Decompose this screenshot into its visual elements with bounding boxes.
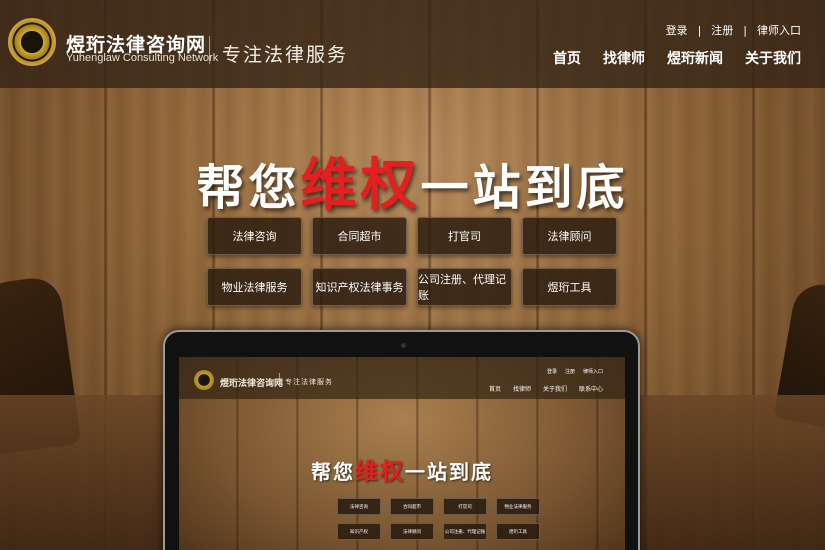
service-button-litigation[interactable]: 打官司	[417, 217, 512, 255]
hero-title-highlight: 维权	[300, 152, 421, 218]
nav-item-home[interactable]: 首页	[553, 48, 581, 68]
hero-title-post: 一站到底	[420, 160, 629, 216]
service-button-grid: 法律咨询 合同超市 打官司 法律顾问 物业法律服务 知识产权法律事务 公司注册、…	[207, 217, 619, 306]
service-button-contract-market[interactable]: 合同超市	[312, 217, 407, 255]
screen-service-button: 合同超市	[390, 498, 434, 515]
screen-service-button: 煜珩工具	[496, 523, 540, 540]
screen-slogan: 专注法律服务	[285, 378, 333, 386]
site-name-en: Yuhenglaw Consulting Network	[66, 52, 219, 64]
slogan: 专注法律服务	[222, 44, 349, 66]
service-button-tools[interactable]: 煜珩工具	[522, 268, 617, 306]
screen-site-name: 煜珩法律咨询网	[220, 379, 284, 389]
screen-service-button: 法律顾问	[390, 523, 434, 540]
nav-item-about[interactable]: 关于我们	[745, 48, 801, 68]
link-separator: |	[697, 23, 702, 37]
hero-title: 帮您维权一站到底	[0, 140, 825, 221]
screen-nav-item: 联系中心	[578, 386, 603, 393]
screen-nav-item: 首页	[488, 386, 501, 393]
screen-service-button: 法律咨询	[337, 498, 381, 515]
service-button-company-registration[interactable]: 公司注册、代理记账	[417, 268, 512, 306]
screen-service-button: 物业法律服务	[496, 498, 540, 515]
screen-logo-icon	[194, 370, 214, 390]
service-button-legal-consult[interactable]: 法律咨询	[207, 217, 302, 255]
main-nav: 首页 找律师 煜珩新闻 关于我们	[553, 48, 801, 68]
screen-service-button: 打官司	[443, 498, 487, 515]
screen-hero-title: 帮您维权一站到底	[179, 452, 625, 486]
header-divider	[209, 36, 210, 64]
lawyer-portal-link[interactable]: 律师入口	[757, 22, 801, 38]
laptop-mockup: 煜珩法律咨询网 专注法律服务 登录 注册 律师入口 首页 找律师 关于我们 联系…	[163, 330, 640, 550]
screen-divider	[279, 373, 280, 387]
screen-register-link: 注册	[564, 369, 575, 375]
screen-lawyer-link: 律师入口	[582, 369, 603, 375]
service-button-property-law[interactable]: 物业法律服务	[207, 268, 302, 306]
camera-icon	[401, 343, 406, 348]
nav-item-news[interactable]: 煜珩新闻	[667, 48, 723, 68]
service-button-legal-advisor[interactable]: 法律顾问	[522, 217, 617, 255]
screen-top-links: 登录 注册 律师入口	[547, 368, 603, 375]
top-links: 登录 | 注册 | 律师入口	[666, 22, 801, 38]
screen-nav-item: 找律师	[512, 386, 531, 393]
screen-service-button: 公司注册、代理记账	[443, 523, 487, 540]
hero-title-pre: 帮您	[196, 160, 301, 216]
login-link[interactable]: 登录	[666, 22, 688, 38]
logo-icon[interactable]	[8, 18, 56, 66]
screen-service-button: 知识产权	[337, 523, 381, 540]
laptop-screen: 煜珩法律咨询网 专注法律服务 登录 注册 律师入口 首页 找律师 关于我们 联系…	[179, 357, 625, 550]
link-separator: |	[743, 23, 747, 37]
screen-nav: 首页 找律师 关于我们 联系中心	[489, 384, 603, 393]
screen-nav-item: 关于我们	[542, 386, 567, 393]
screen-title-post: 一站到底	[405, 460, 493, 484]
site-header: 煜珩法律咨询网 Yuhenglaw Consulting Network 专注法…	[0, 0, 825, 88]
screen-title-highlight: 维权	[355, 458, 405, 485]
register-link[interactable]: 注册	[711, 22, 733, 38]
nav-item-find-lawyer[interactable]: 找律师	[603, 48, 645, 68]
screen-service-grid: 法律咨询 合同超市 打官司 物业法律服务 知识产权 法律顾问 公司注册、代理记账…	[337, 498, 540, 540]
screen-title-pre: 帮您	[311, 460, 355, 484]
screen-header: 煜珩法律咨询网 专注法律服务 登录 注册 律师入口 首页 找律师 关于我们 联系…	[179, 357, 625, 399]
screen-login-link: 登录	[546, 369, 557, 375]
service-button-ip-law[interactable]: 知识产权法律事务	[312, 268, 407, 306]
